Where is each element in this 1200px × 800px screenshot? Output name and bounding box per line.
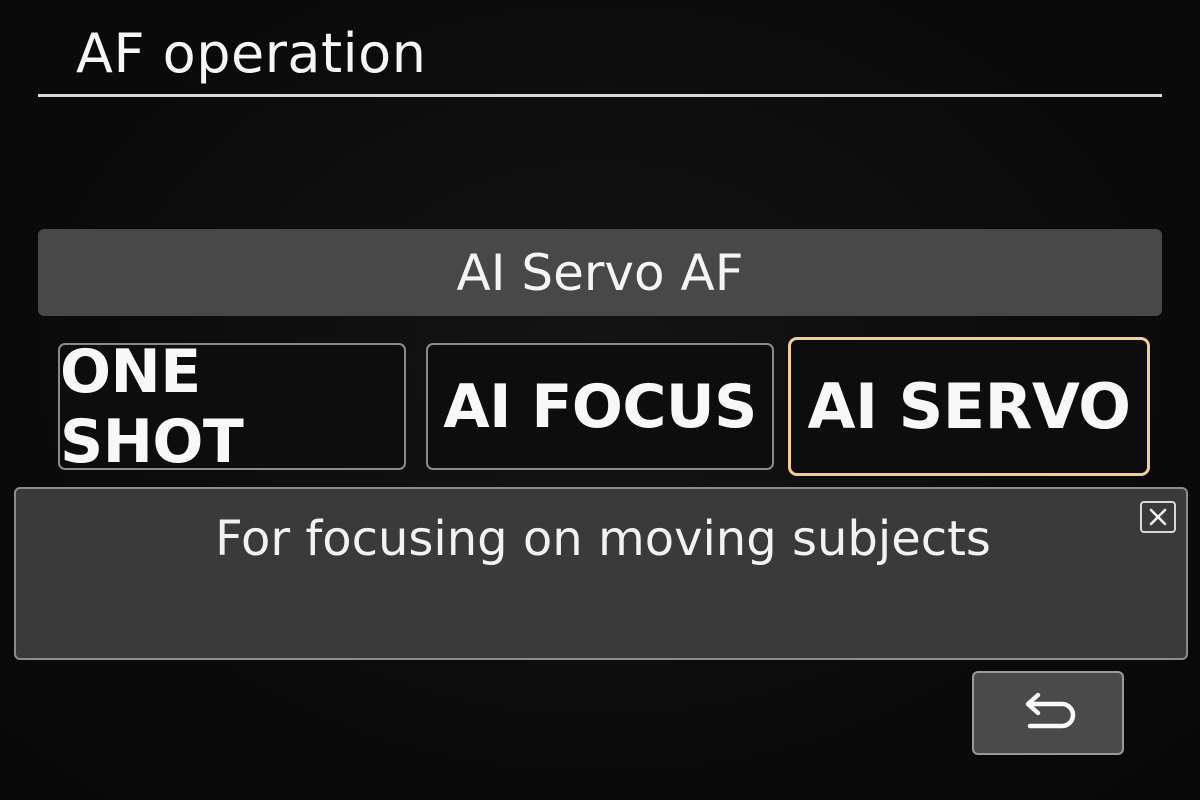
description-text: For focusing on moving subjects (215, 511, 991, 567)
current-mode-label: AI Servo AF (456, 243, 744, 302)
back-button[interactable] (972, 671, 1124, 755)
current-mode-banner: AI Servo AF (38, 229, 1162, 316)
close-description-button[interactable] (1140, 501, 1176, 533)
option-one-shot-button[interactable]: ONE SHOT (58, 337, 406, 477)
title-divider (38, 94, 1162, 97)
option-ai-focus-label: AI FOCUS (443, 371, 757, 442)
close-icon (1149, 508, 1167, 526)
return-arrow-icon (1025, 692, 1076, 729)
option-ai-focus-button[interactable]: AI FOCUS (426, 343, 774, 470)
description-panel: For focusing on moving subjects (14, 487, 1188, 660)
page-title: AF operation (76, 22, 427, 85)
option-one-shot-label: ONE SHOT (60, 336, 244, 477)
camera-menu-screen: AF operation AI Servo AF ONE SHOT AI FOC… (0, 0, 1200, 800)
option-ai-servo-label: AI SERVO (807, 370, 1131, 443)
option-ai-servo-button[interactable]: AI SERVO (788, 337, 1150, 476)
